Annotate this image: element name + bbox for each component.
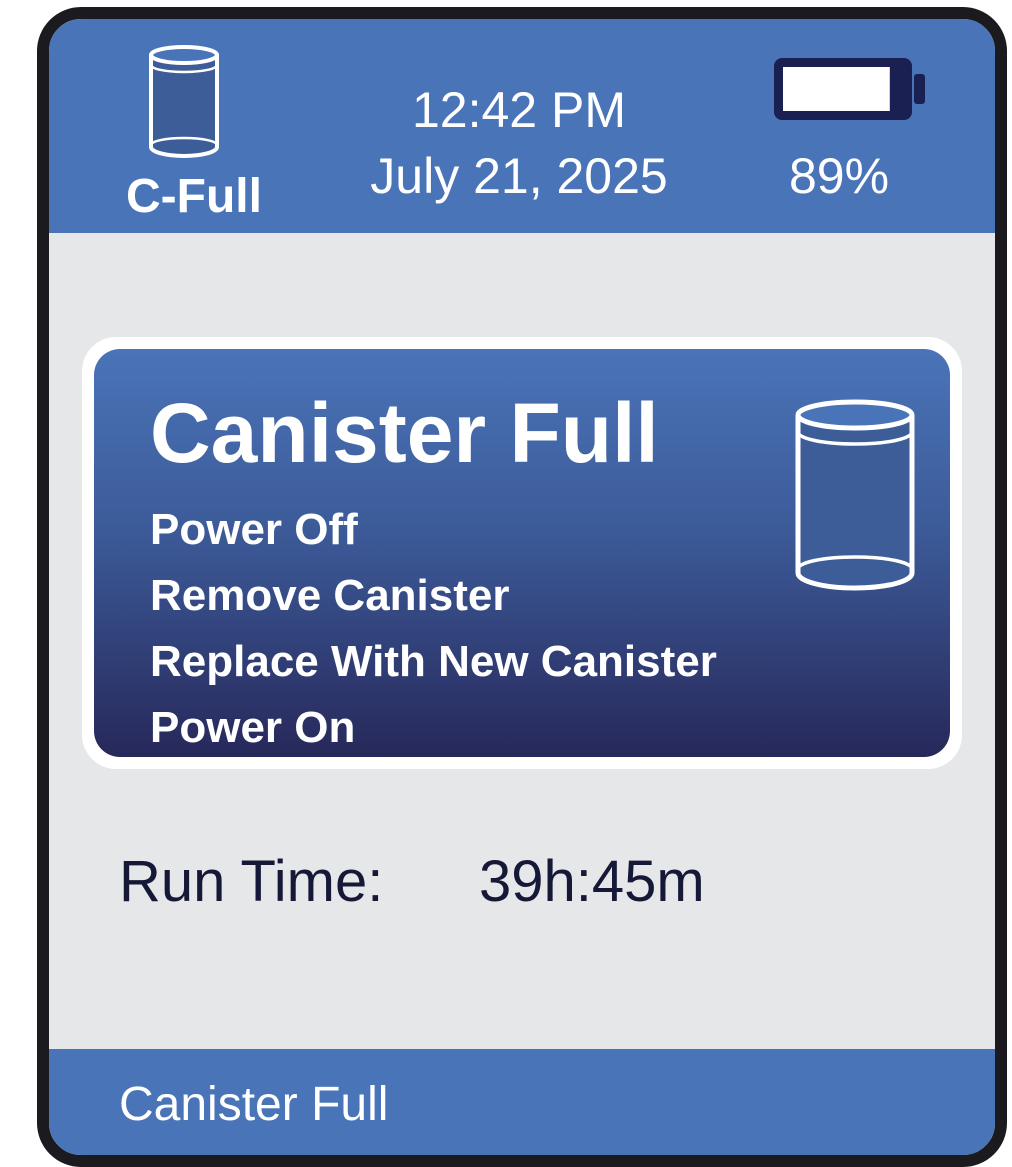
clock-time: 12:42 PM <box>411 82 626 138</box>
battery-percent: 89% <box>788 148 890 204</box>
footer-status-bar: Canister Full <box>49 1049 995 1155</box>
alert-frame: Canister Full Power Off Remove Canister … <box>82 337 962 769</box>
status-label: C-Full <box>126 170 262 223</box>
canister-full-icon <box>145 43 223 164</box>
battery-level-fill <box>783 67 890 111</box>
status-bar: C-Full 12:42 PM July 21, 2025 89% <box>49 19 995 233</box>
alert-step: Power Off <box>150 505 358 554</box>
alert-instructions: Power Off Remove Canister Replace With N… <box>150 497 717 757</box>
alert-title: Canister Full <box>150 386 659 480</box>
canister-full-alert: Canister Full Power Off Remove Canister … <box>94 349 950 757</box>
alert-step: Replace With New Canister <box>150 637 717 686</box>
alert-step: Power On <box>150 703 356 752</box>
runtime-value: 39h:45m <box>479 849 705 914</box>
footer-status-text: Canister Full <box>119 1078 389 1131</box>
alert-step: Remove Canister <box>150 571 510 620</box>
battery-icon <box>771 55 927 130</box>
canister-full-icon <box>790 395 920 600</box>
runtime-label: Run Time: <box>119 849 384 914</box>
clock-date: July 21, 2025 <box>370 148 668 204</box>
device-screen: C-Full 12:42 PM July 21, 2025 89% Canist… <box>37 7 1007 1167</box>
